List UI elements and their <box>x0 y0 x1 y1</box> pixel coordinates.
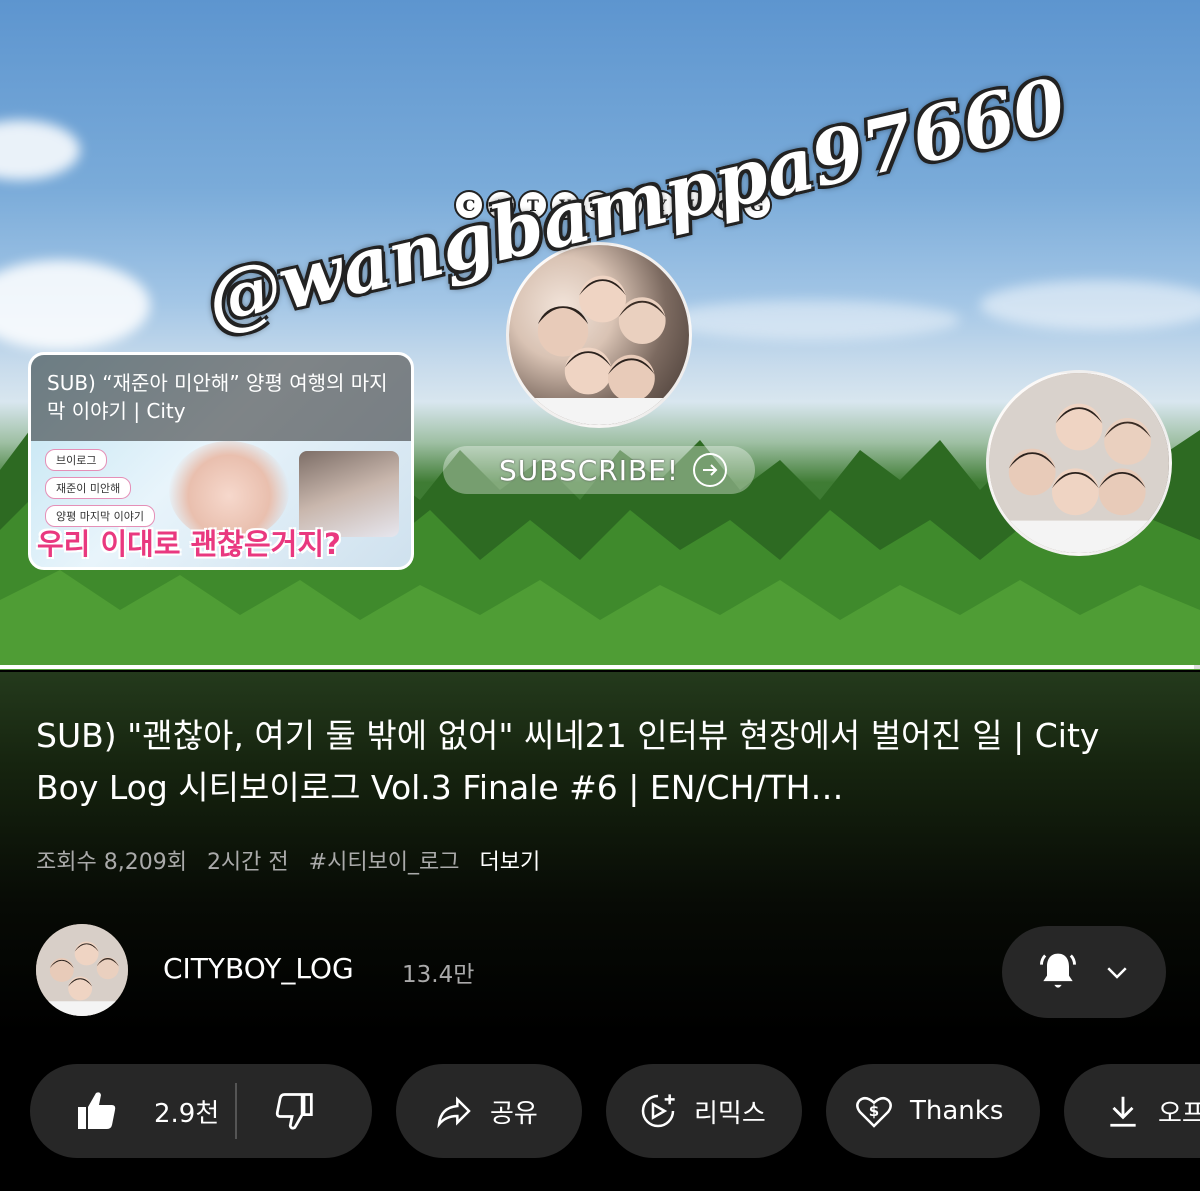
share-icon <box>434 1091 474 1131</box>
channel-banner[interactable]: C I T Y B O Y L O G SUBSCRIBE! SUB) “재준아… <box>0 0 1200 670</box>
featured-video-thumbnail[interactable]: SUB) “재준아 미안해” 양평 여행의 마지막 이야기 | City 브이로… <box>28 352 414 570</box>
download-button[interactable]: 오프 <box>1064 1064 1200 1158</box>
group-photo-illustration <box>989 373 1169 553</box>
subscriber-count: 13.4만 <box>402 962 475 988</box>
video-title[interactable]: SUB) "괜찮아, 여기 둘 밖에 없어" 씨네21 인터뷰 현장에서 벌어진… <box>36 710 1166 814</box>
thanks-button[interactable]: $ Thanks <box>826 1064 1040 1158</box>
view-count: 조회수 8,209회 <box>36 850 187 875</box>
thanks-heart-icon: $ <box>854 1091 894 1131</box>
upload-age: 2시간 전 <box>206 850 289 875</box>
download-label: 오프 <box>1158 1098 1200 1129</box>
notification-bell-button[interactable] <box>1002 926 1166 1018</box>
share-label: 공유 <box>490 1098 538 1129</box>
thumbs-up-icon[interactable] <box>74 1087 122 1135</box>
banner-group-photo-right <box>986 370 1172 556</box>
video-meta[interactable]: 조회수 8,209회 2시간 전 #시티보이_로그 더보기 <box>36 844 540 876</box>
cloud <box>660 300 960 340</box>
thumbnail-bubble: 재준이 미안해 <box>45 477 132 499</box>
subscribe-label: SUBSCRIBE! <box>499 453 680 487</box>
like-dislike-group: 2.9천 <box>30 1064 372 1158</box>
action-bar: 2.9천 공유 리믹스 $ Thanks 오프 <box>30 1064 1200 1158</box>
remix-button[interactable]: 리믹스 <box>606 1064 802 1158</box>
hashtag-link[interactable]: #시티보이_로그 <box>309 844 460 876</box>
video-progress-bar[interactable] <box>0 665 1200 669</box>
thumbnail-bubble: 브이로그 <box>45 449 108 471</box>
group-photo-illustration <box>527 275 671 425</box>
channel-avatar[interactable] <box>36 924 128 1016</box>
svg-text:$: $ <box>869 1102 879 1120</box>
download-icon <box>1104 1092 1142 1130</box>
thumbnail-bubbles: 브이로그 재준이 미안해 양평 마지막 이야기 <box>45 449 155 527</box>
chevron-down-icon <box>1102 957 1132 987</box>
cloud <box>0 260 150 350</box>
channel-name[interactable]: CITYBOY_LOG <box>163 952 354 985</box>
divider <box>235 1083 238 1139</box>
like-count[interactable]: 2.9천 <box>154 1093 219 1130</box>
cloud <box>0 120 80 180</box>
remix-icon <box>638 1091 678 1131</box>
thanks-label: Thanks <box>910 1096 1004 1126</box>
share-button[interactable]: 공유 <box>396 1064 582 1158</box>
arrow-right-icon <box>693 453 728 487</box>
video-progress-fill <box>0 665 1194 669</box>
bell-icon <box>1036 950 1080 994</box>
more-button[interactable]: 더보기 <box>480 844 541 876</box>
thumbs-down-icon[interactable] <box>271 1089 315 1133</box>
banner-subscribe-graphic[interactable]: SUBSCRIBE! <box>443 446 755 494</box>
cloud <box>980 280 1200 330</box>
remix-label: 리믹스 <box>694 1098 766 1129</box>
thumbnail-title: SUB) “재준아 미안해” 양평 여행의 마지막 이야기 | City <box>31 355 411 441</box>
video-info-panel: SUB) "괜찮아, 여기 둘 밖에 없어" 씨네21 인터뷰 현장에서 벌어진… <box>0 672 1200 1191</box>
channel-row: CITYBOY_LOG 13.4만 <box>36 924 1166 1018</box>
thumbnail-caption: 우리 이대로 괜찮은거지? <box>37 527 341 561</box>
